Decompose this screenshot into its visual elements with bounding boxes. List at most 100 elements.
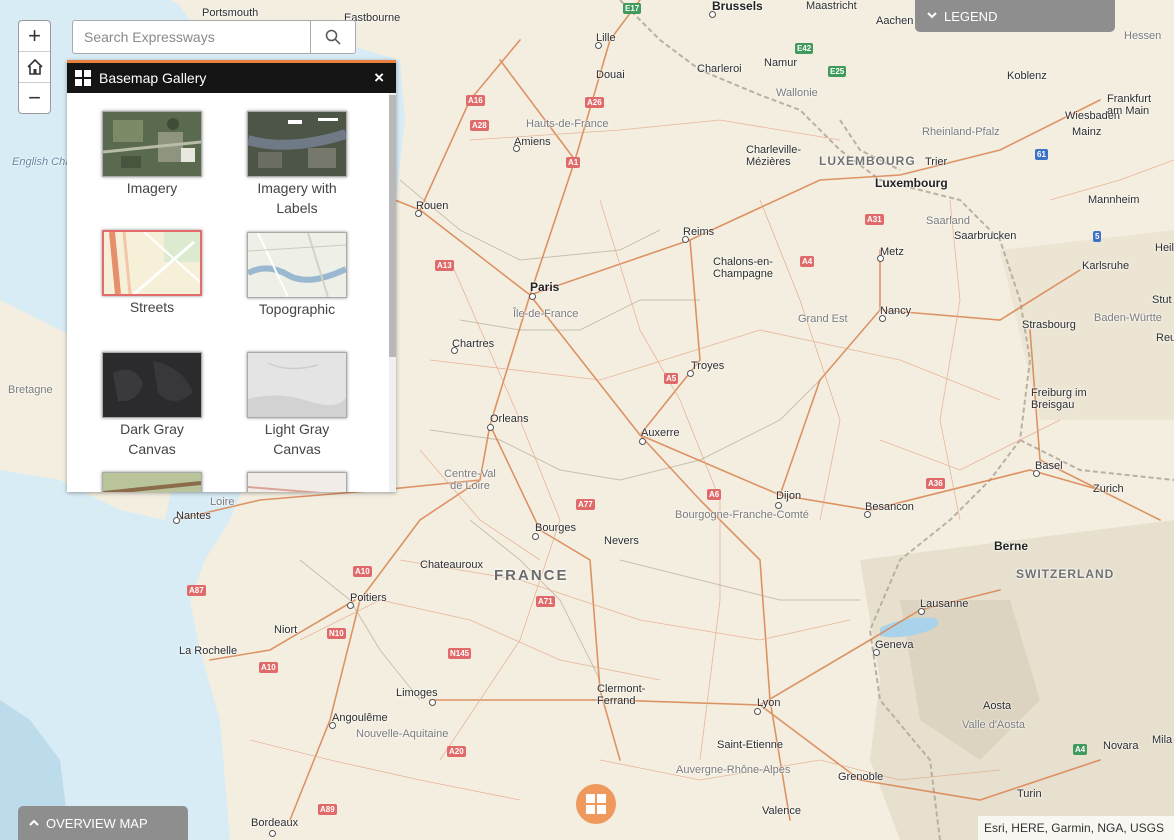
city-label: Grenoble [838,771,884,783]
region-label: Île-de-France [513,308,579,320]
basemap-item-topographic[interactable]: Topographic [242,232,352,319]
region-label: Rheinland-Pfalz [922,126,1000,138]
route-shield: N10 [327,628,346,639]
city-label: Turin [1017,788,1042,800]
zoom-in-button[interactable]: + [19,21,50,51]
city-marker [1033,470,1040,477]
route-shield: A20 [447,746,466,757]
route-shield: A4 [1073,744,1088,755]
city-label: Bordeaux [251,817,299,829]
city-label: Douai [596,69,625,81]
grid-icon [586,794,606,814]
city-label: Chalons-en-Champagne [713,256,773,280]
search-button[interactable] [310,21,355,53]
region-label: Hessen [1124,30,1162,42]
city-label: Mannheim [1088,194,1140,206]
city-label: Freiburg im Breisgau [1031,387,1087,411]
basemap-thumbnail [247,111,347,177]
city-marker [877,255,884,262]
route-shield: A10 [259,662,278,673]
route-shield: A36 [926,478,945,489]
basemap-item-partial[interactable] [97,472,207,492]
city-label: Mila [1152,734,1173,746]
basemap-item-imagery[interactable]: Imagery [97,111,207,198]
basemap-thumbnail-selected [102,230,202,296]
region-label: Nouvelle-Aquitaine [356,728,449,740]
basemap-item-imagery-labels[interactable]: Imagery with Labels [242,111,352,218]
route-shield: A89 [318,804,337,815]
basemap-item-light-gray[interactable]: Light Gray Canvas [242,352,352,459]
city-label: Aosta [983,700,1012,712]
route-shield: A1 [566,157,581,168]
city-marker [873,649,880,656]
city-marker [687,370,694,377]
city-label: Aachen [876,15,914,27]
basemap-list: Imagery Imagery with Labels Streets Topo… [67,93,389,492]
route-shield: E25 [828,66,847,77]
city-marker [415,210,422,217]
city-label: Saarbrucken [954,230,1017,242]
country-label: FRANCE [494,567,569,584]
city-label: Limoges [396,687,438,699]
region-label: Grand Est [798,313,848,325]
city-label: Koblenz [1007,70,1047,82]
route-shield: A28 [470,120,489,131]
city-label: Maastricht [806,0,857,12]
chevron-up-icon [29,818,39,829]
city-label: Angoulême [332,712,388,724]
city-label: Besancon [865,501,914,513]
city-marker [451,347,458,354]
basemap-label: Imagery [126,180,178,196]
overview-map-toggle[interactable]: OVERVIEW MAP [18,806,188,840]
city-label: Valence [762,805,801,817]
city-marker [329,722,336,729]
route-shield: A16 [466,95,485,106]
city-marker [269,830,276,837]
basemap-label: Imagery with Labels [257,180,337,216]
route-shield: A26 [585,97,604,108]
region-label: Saarland [926,215,971,227]
route-shield: 61 [1035,149,1048,160]
city-label: Nantes [176,510,211,522]
city-marker [487,424,494,431]
home-button[interactable] [19,51,50,82]
close-icon[interactable]: × [374,68,384,88]
city-label: La Rochelle [179,645,238,657]
legend-label: LEGEND [944,8,998,24]
city-marker [864,511,871,518]
country-label: SWITZERLAND [1016,567,1115,581]
basemap-item-dark-gray[interactable]: Dark Gray Canvas [97,352,207,459]
basemap-item-streets[interactable]: Streets [97,230,207,317]
city-label: Strasbourg [1022,319,1076,331]
route-shield: A87 [187,585,206,596]
route-shield: N145 [448,648,472,659]
city-label: Frankfurt am Main [1107,93,1152,117]
region-label: Bretagne [8,384,53,396]
overview-label: OVERVIEW MAP [46,815,148,831]
city-label: Bourges [535,522,576,534]
basemap-label: Topographic [258,301,336,317]
city-marker [639,438,646,445]
city-label: Reu [1156,332,1174,344]
scrollbar-thumb[interactable] [389,95,396,357]
city-label: Saint-Etienne [717,739,784,751]
basemap-gallery-panel: Basemap Gallery × Imagery Imagery with L… [67,60,396,492]
city-marker [173,517,180,524]
city-marker [532,533,539,540]
basemap-item-partial[interactable] [242,472,352,492]
zoom-out-button[interactable]: − [19,82,50,113]
city-label: Heil [1155,242,1174,254]
panel-header: Basemap Gallery × [67,63,396,93]
basemap-thumbnail [247,232,347,298]
search-input[interactable] [73,21,310,53]
region-label: Loire [210,496,235,508]
legend-toggle[interactable]: LEGEND [915,0,1115,32]
zoom-control: + − [18,20,51,114]
widget-launcher-button[interactable] [576,784,616,824]
city-marker [347,602,354,609]
city-label: Charleroi [697,63,742,75]
city-label: Mainz [1072,126,1102,138]
map-attribution: Esri, HERE, Garmin, NGA, USGS [977,816,1174,840]
city-label: Orleans [490,413,529,425]
city-label: Chartres [452,338,495,350]
